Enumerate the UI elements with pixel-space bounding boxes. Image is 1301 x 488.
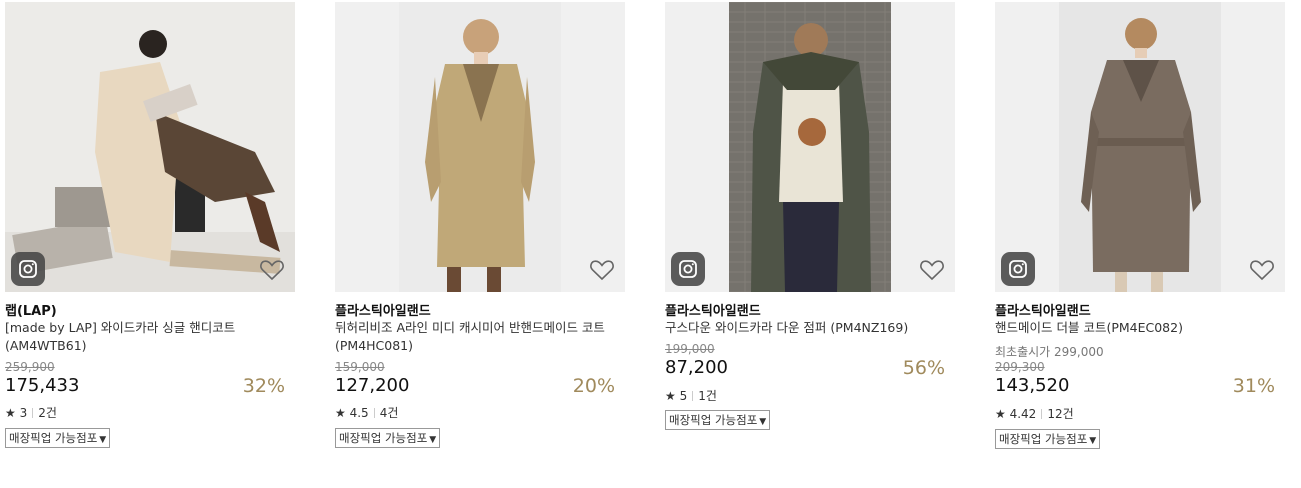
caret-down-icon: ▼ (429, 435, 437, 445)
rating-score: 5 (679, 389, 688, 403)
brand-name[interactable]: 랩(LAP) (5, 300, 57, 319)
first-release-price: 최초출시가 299,000 (995, 345, 1104, 359)
store-pickup-dropdown[interactable]: 매장픽업 가능점포 ▼ (665, 410, 771, 430)
instagram-badge[interactable] (671, 252, 705, 286)
pickup-label: 매장픽업 가능점포 (339, 431, 428, 445)
pickup-label: 매장픽업 가능점포 (9, 431, 98, 445)
original-price: 159,000 (335, 360, 385, 374)
product-photo (5, 2, 295, 292)
instagram-badge[interactable] (1001, 252, 1035, 286)
brand-name[interactable]: 플라스틱아일랜드 (335, 300, 431, 319)
original-price: 199,000 (665, 342, 715, 356)
brand-name[interactable]: 플라스틱아일랜드 (995, 300, 1091, 319)
product-name[interactable]: [made by LAP] 와이드카라 싱글 핸디코트(AM4WTB61) (5, 319, 295, 355)
divider (32, 408, 34, 418)
instagram-icon (679, 260, 697, 278)
pickup-label: 매장픽업 가능점포 (999, 432, 1088, 446)
caret-down-icon: ▼ (99, 435, 107, 445)
product-image[interactable] (335, 2, 625, 292)
store-pickup-dropdown[interactable]: 매장픽업 가능점포 ▼ (5, 428, 111, 448)
sale-price: 175,433 (5, 375, 80, 396)
discount-rate: 31% (1232, 375, 1275, 397)
instagram-icon (19, 260, 37, 278)
product-image[interactable] (665, 2, 955, 292)
star-icon: ★ (995, 407, 1006, 421)
discount-rate: 56% (902, 357, 945, 379)
star-icon: ★ (5, 406, 16, 420)
product-photo (335, 2, 625, 292)
store-pickup-dropdown[interactable]: 매장픽업 가능점포 ▼ (335, 428, 441, 448)
star-icon: ★ (335, 406, 346, 420)
product-name[interactable]: 구스다운 와이드카라 다운 점퍼 (PM4NZ169) (665, 319, 955, 337)
sale-price: 87,200 (665, 357, 728, 378)
star-icon: ★ (665, 389, 676, 403)
original-price: 209,300 (995, 360, 1045, 374)
product-photo (665, 2, 955, 292)
rating: ★ 4.42 12건 (995, 405, 1074, 422)
divider (1041, 409, 1043, 419)
sale-price: 143,520 (995, 375, 1070, 396)
rating-score: 3 (19, 406, 28, 420)
product-photo (995, 2, 1285, 292)
divider (373, 408, 375, 418)
original-price: 259,900 (5, 360, 55, 374)
product-name[interactable]: 뒤허리비조 A라인 미디 캐시미어 반핸드메이드 코트(PM4HC081) (335, 319, 625, 355)
product-image[interactable] (5, 2, 295, 292)
rating-score: 4.5 (349, 406, 369, 420)
pickup-label: 매장픽업 가능점포 (669, 413, 758, 427)
rating: ★ 4.5 4건 (335, 404, 398, 421)
heart-icon[interactable] (259, 258, 285, 282)
sale-price: 127,200 (335, 375, 410, 396)
brand-name[interactable]: 플라스틱아일랜드 (665, 300, 761, 319)
rating: ★ 3 2건 (5, 404, 57, 421)
caret-down-icon: ▼ (1089, 436, 1097, 446)
product-image[interactable] (995, 2, 1285, 292)
heart-icon[interactable] (1249, 258, 1275, 282)
rating-score: 4.42 (1009, 407, 1037, 421)
review-count: 2건 (38, 406, 57, 420)
rating: ★ 5 1건 (665, 387, 717, 404)
heart-icon[interactable] (589, 258, 615, 282)
product-name[interactable]: 핸드메이드 더블 코트(PM4EC082) (995, 319, 1285, 337)
heart-icon[interactable] (919, 258, 945, 282)
divider (692, 391, 694, 401)
instagram-badge[interactable] (11, 252, 45, 286)
store-pickup-dropdown[interactable]: 매장픽업 가능점포 ▼ (995, 429, 1101, 449)
caret-down-icon: ▼ (759, 417, 767, 427)
review-count: 1건 (698, 389, 717, 403)
discount-rate: 32% (242, 375, 285, 397)
instagram-icon (1009, 260, 1027, 278)
review-count: 4건 (379, 406, 399, 420)
discount-rate: 20% (572, 375, 615, 397)
review-count: 12건 (1047, 407, 1074, 421)
